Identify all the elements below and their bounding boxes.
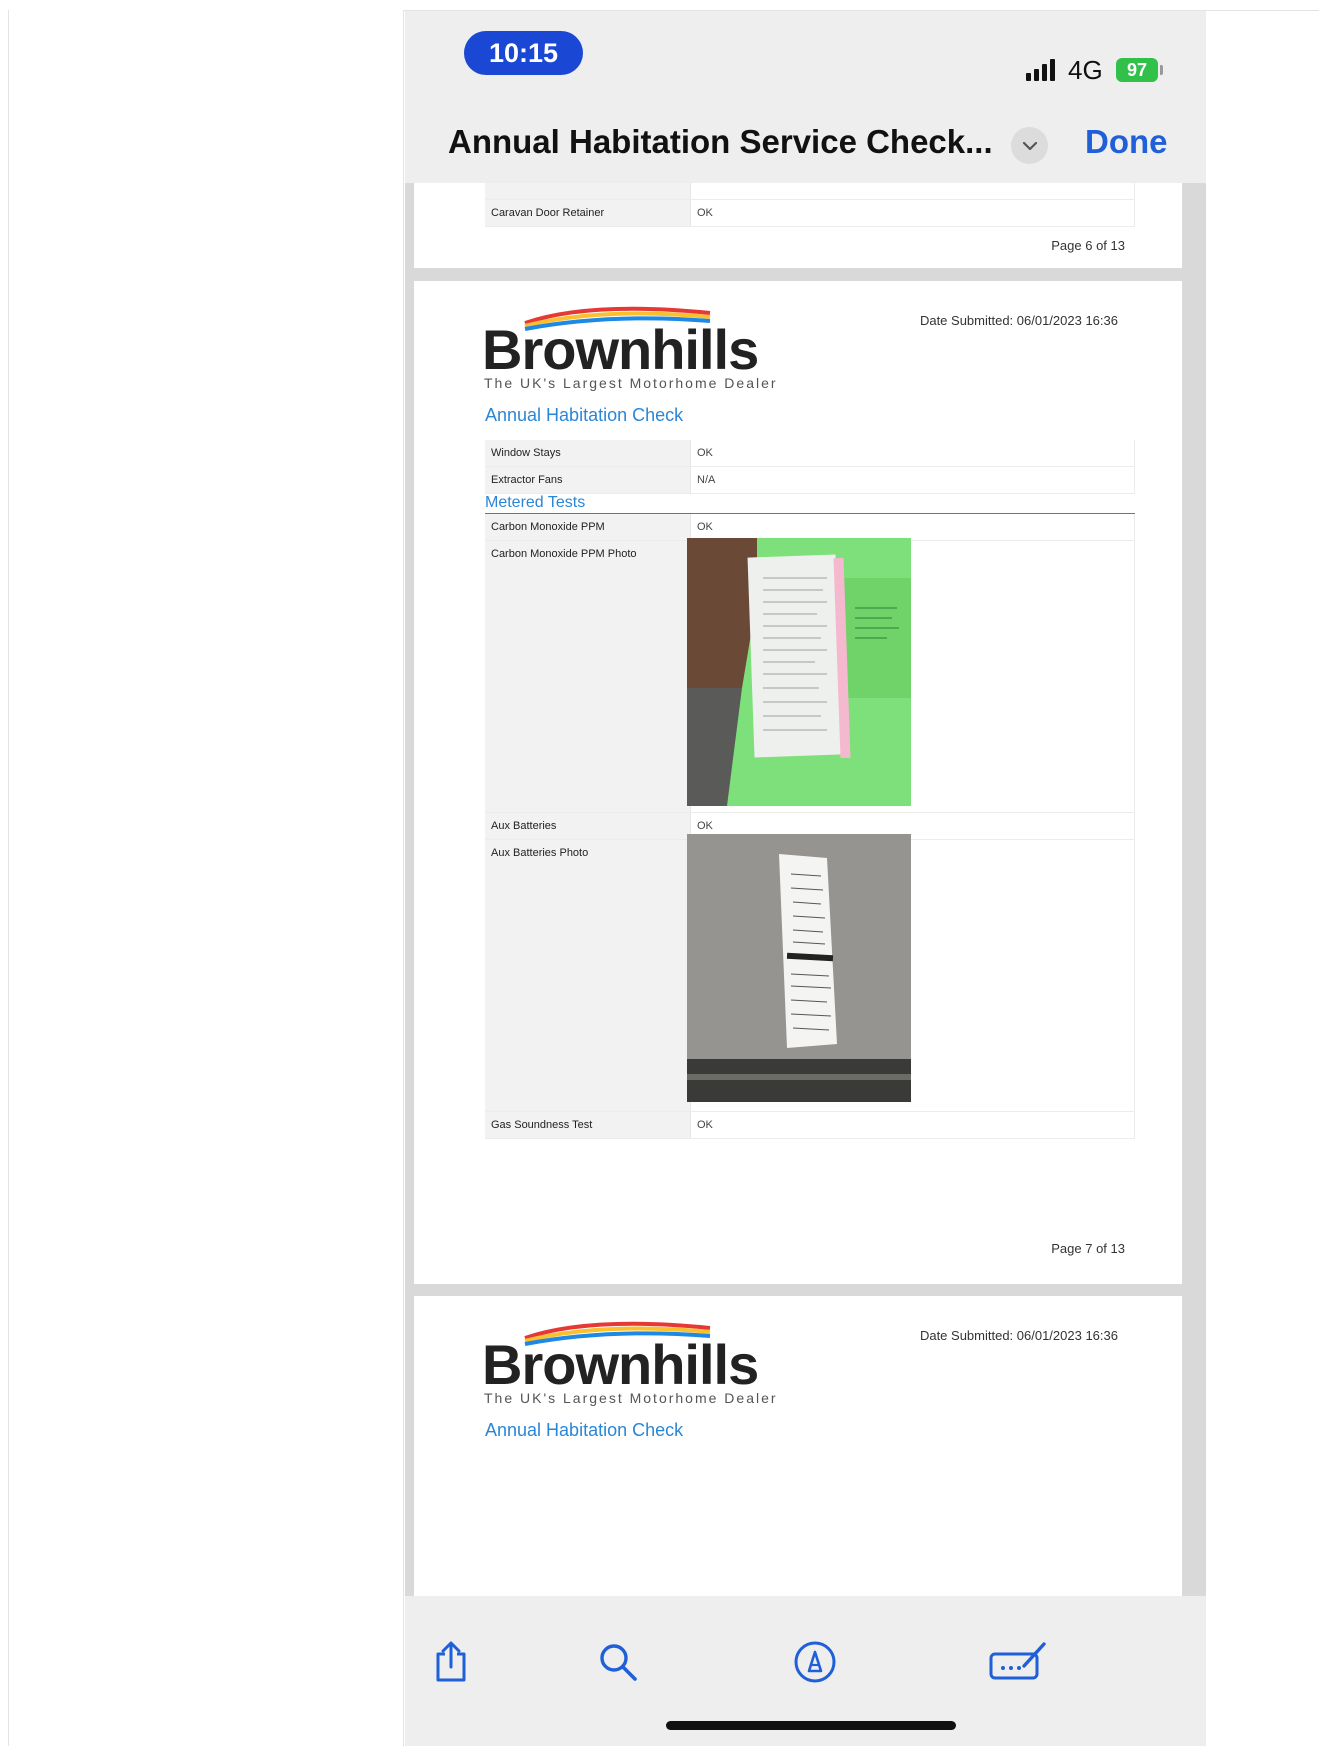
logo-wordmark: Brownhills (482, 318, 759, 381)
battery-icon: 97 (1116, 58, 1158, 82)
table-row: Gas Soundness Test OK (485, 1112, 1135, 1139)
date-submitted: Date Submitted: 06/01/2023 16:36 (919, 313, 1118, 328)
page-number: Page 6 of 13 (1051, 238, 1125, 253)
markup-button[interactable] (791, 1638, 839, 1686)
row-label: Carbon Monoxide PPM Photo (485, 541, 690, 812)
table-row: Caravan Door Retainer OK (485, 200, 1135, 227)
pdf-page-8: Date Submitted: 06/01/2023 16:36 Brownhi… (414, 1296, 1182, 1596)
title-menu-button[interactable] (1011, 127, 1048, 164)
row-label: Carbon Monoxide PPM (485, 514, 690, 540)
row-label: Window Stays (485, 440, 690, 466)
carbon-monoxide-photo[interactable] (687, 538, 911, 806)
row-label: Caravan Door Retainer (485, 200, 690, 226)
row-label: Aux Batteries (485, 813, 690, 839)
row-value: OK (690, 200, 1135, 226)
metered-tests-title: Metered Tests (485, 494, 586, 511)
logo-wordmark: Brownhills (482, 1333, 759, 1396)
home-indicator[interactable] (666, 1721, 956, 1730)
check-table: Window Stays OK Extractor Fans N/A (485, 440, 1135, 494)
search-button[interactable] (594, 1638, 642, 1686)
phone-screen: 10:15 4G 97 Annual Habitation Service Ch… (405, 11, 1206, 1746)
search-icon (600, 1644, 637, 1681)
signature-button[interactable] (988, 1638, 1050, 1686)
table-row: Extractor Fans N/A (485, 467, 1135, 494)
cell-signal-icon (1026, 59, 1055, 81)
share-icon (436, 1641, 466, 1682)
markup-icon (794, 1641, 836, 1683)
row-label: Aux Batteries Photo (485, 840, 690, 1111)
row-value (690, 183, 1135, 199)
done-button[interactable]: Done (1085, 123, 1168, 161)
navigation-bar: Annual Habitation Service Check... Done (405, 111, 1206, 181)
aux-batteries-photo[interactable] (687, 834, 911, 1102)
row-value: OK (690, 1112, 1135, 1138)
page6-table: Caravan Door Retainer OK (485, 183, 1135, 227)
page-number: Page 7 of 13 (1051, 1241, 1125, 1256)
row-value: OK (690, 440, 1135, 466)
row-label: Gas Soundness Test (485, 1112, 690, 1138)
co-receipt-image (687, 538, 911, 806)
aux-receipt-image (687, 834, 911, 1102)
table-row (485, 183, 1135, 200)
row-label (485, 183, 690, 199)
bottom-toolbar (405, 1596, 1206, 1746)
share-button[interactable] (427, 1638, 475, 1686)
row-label: Extractor Fans (485, 467, 690, 493)
section-title: Annual Habitation Check (485, 1420, 684, 1440)
chevron-down-icon (1022, 141, 1037, 150)
pdf-page-6: Caravan Door Retainer OK Page 6 of 13 (414, 183, 1182, 268)
table-row: Carbon Monoxide PPM OK (485, 514, 1135, 541)
row-value: N/A (690, 467, 1135, 493)
status-time[interactable]: 10:15 (464, 31, 583, 75)
row-value: OK (690, 514, 1135, 540)
document-title[interactable]: Annual Habitation Service Check... (448, 123, 993, 161)
table-row: Window Stays OK (485, 440, 1135, 467)
network-type: 4G (1068, 55, 1103, 85)
logo-tagline: The UK's Largest Motorhome Dealer (484, 1390, 778, 1406)
pdf-page-7: Date Submitted: 06/01/2023 16:36 Brownhi… (414, 281, 1182, 1284)
pdf-viewport[interactable]: Caravan Door Retainer OK Page 6 of 13 Da… (405, 183, 1206, 1596)
status-bar: 10:15 4G 97 (405, 11, 1206, 101)
brownhills-logo: Brownhills The UK's Largest Motorhome De… (480, 301, 800, 391)
date-submitted: Date Submitted: 06/01/2023 16:36 (919, 1328, 1118, 1343)
section-title: Annual Habitation Check (485, 405, 684, 425)
logo-tagline: The UK's Largest Motorhome Dealer (484, 375, 778, 391)
signature-icon (989, 1642, 1046, 1680)
left-blank-panel (8, 10, 404, 1746)
brownhills-logo: Brownhills The UK's Largest Motorhome De… (480, 1316, 800, 1406)
battery-cap (1160, 65, 1163, 75)
